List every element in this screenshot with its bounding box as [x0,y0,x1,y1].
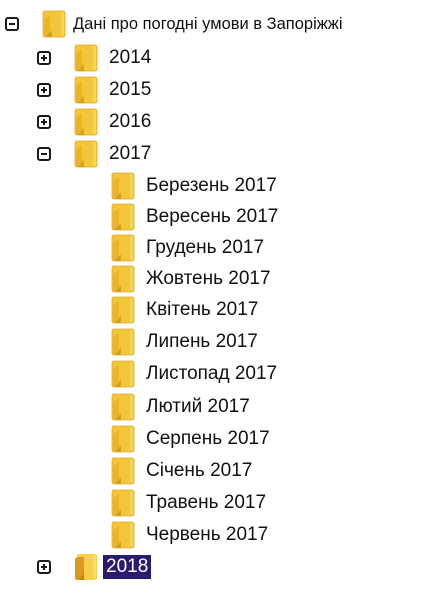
tree-node-label: Березень 2017 [146,175,277,196]
folder-icon [110,360,136,388]
folder-icon [110,234,136,262]
folder-icon [110,328,136,356]
tree-node-label: Травень 2017 [146,492,267,513]
tree-node-label: 2017 [109,143,152,164]
tree-node-2017[interactable]: 2017 [37,138,154,170]
tree-node-month[interactable]: Травень 2017 [110,487,269,519]
expand-icon[interactable] [37,560,51,574]
tree-node-label: 2015 [109,79,152,100]
tree-node-label: 2016 [109,111,152,132]
tree-node-month[interactable]: Грудень 2017 [110,232,267,264]
tree-node-label: Липень 2017 [146,331,258,352]
tree-node-label: Листопад 2017 [146,363,278,384]
tree-node-month[interactable]: Квітень 2017 [110,294,261,326]
tree-node-label: Квітень 2017 [146,299,259,320]
tree-node-label: Серпень 2017 [146,428,270,449]
folder-icon [110,265,136,293]
expand-icon[interactable] [37,51,51,65]
tree-node-2018[interactable]: 2018 [37,551,152,583]
tree-node-label: 2014 [109,47,152,68]
tree-node-month[interactable]: Червень 2017 [110,519,271,551]
tree-node-label: Грудень 2017 [146,237,265,258]
folder-icon [110,489,136,517]
folder-icon [110,425,136,453]
folder-icon [110,393,136,421]
tree-node-label: Вересень 2017 [146,206,279,227]
tree-node-month[interactable]: Жовтень 2017 [110,263,274,295]
folder-icon [110,457,136,485]
folder-icon [110,296,136,324]
tree-node-2016[interactable]: 2016 [37,106,154,138]
folder-icon [73,108,99,136]
tree-node-month[interactable]: Липень 2017 [110,326,261,358]
tree-node-label: Січень 2017 [146,460,253,481]
tree-node-month[interactable]: Листопад 2017 [110,358,280,390]
tree-node-label: Жовтень 2017 [146,268,271,289]
folder-icon [73,76,99,104]
tree-node-month[interactable]: Вересень 2017 [110,201,281,233]
tree-node-label: Лютий 2017 [146,396,250,417]
folder-icon [41,10,67,38]
folder-icon [110,203,136,231]
collapse-icon[interactable] [5,17,19,31]
tree-node-label: Дані про погодні умови в Запоріжжі [73,15,343,33]
folder-icon [73,140,99,168]
tree-node-2015[interactable]: 2015 [37,74,154,106]
expand-icon[interactable] [37,83,51,97]
tree-node-month[interactable]: Лютий 2017 [110,391,253,423]
expand-icon[interactable] [37,115,51,129]
tree-node-month[interactable]: Січень 2017 [110,455,255,487]
tree-node-label: Червень 2017 [146,524,269,545]
folder-icon [110,521,136,549]
folder-tree: Дані про погодні умови в Запоріжжі 2014 … [0,0,424,598]
folder-icon [73,44,99,72]
tree-node-month[interactable]: Серпень 2017 [110,423,273,455]
tree-node-month[interactable]: Березень 2017 [110,170,280,202]
tree-node-label-selected: 2018 [103,555,152,579]
tree-node-root[interactable]: Дані про погодні умови в Запоріжжі [5,8,346,40]
folder-icon [110,172,136,200]
open-folder-icon [73,553,99,581]
tree-node-2014[interactable]: 2014 [37,42,154,74]
collapse-icon[interactable] [37,147,51,161]
